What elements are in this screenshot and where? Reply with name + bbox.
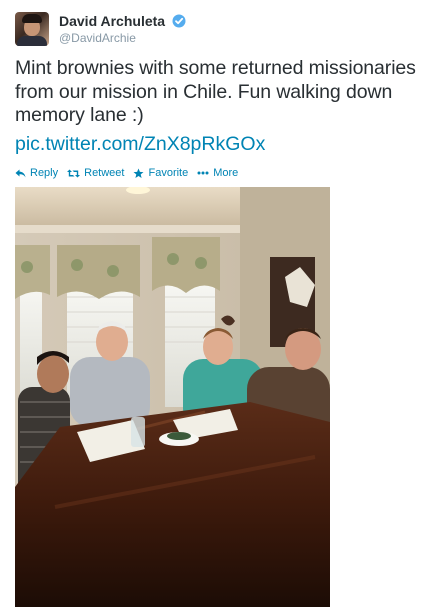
- avatar[interactable]: [15, 12, 49, 46]
- avatar-hair: [22, 14, 42, 23]
- reply-icon: [15, 169, 26, 177]
- favorite-label: Favorite: [148, 167, 189, 179]
- tweet-photo-link[interactable]: pic.twitter.com/ZnX8pRkGOx: [15, 133, 265, 156]
- retweet-button[interactable]: Retweet: [67, 167, 124, 179]
- verified-badge-icon: [172, 14, 186, 28]
- reply-label: Reply: [30, 167, 59, 179]
- more-button[interactable]: More: [197, 167, 238, 179]
- tweet-photo[interactable]: [15, 187, 330, 607]
- more-label: More: [213, 167, 239, 179]
- tweet-actions: Reply Retweet Favorite More: [15, 166, 247, 180]
- favorite-button[interactable]: Favorite: [133, 167, 188, 179]
- ellipsis-icon: [197, 171, 209, 175]
- reply-button[interactable]: Reply: [15, 167, 58, 179]
- retweet-label: Retweet: [84, 167, 125, 179]
- user-handle[interactable]: @DavidArchie: [59, 31, 136, 45]
- tweet-text: Mint brownies with some returned mission…: [15, 57, 416, 126]
- retweet-icon: [67, 169, 81, 177]
- avatar-shirt: [17, 36, 47, 46]
- star-icon: [133, 168, 144, 178]
- user-name[interactable]: David Archuleta: [59, 13, 165, 29]
